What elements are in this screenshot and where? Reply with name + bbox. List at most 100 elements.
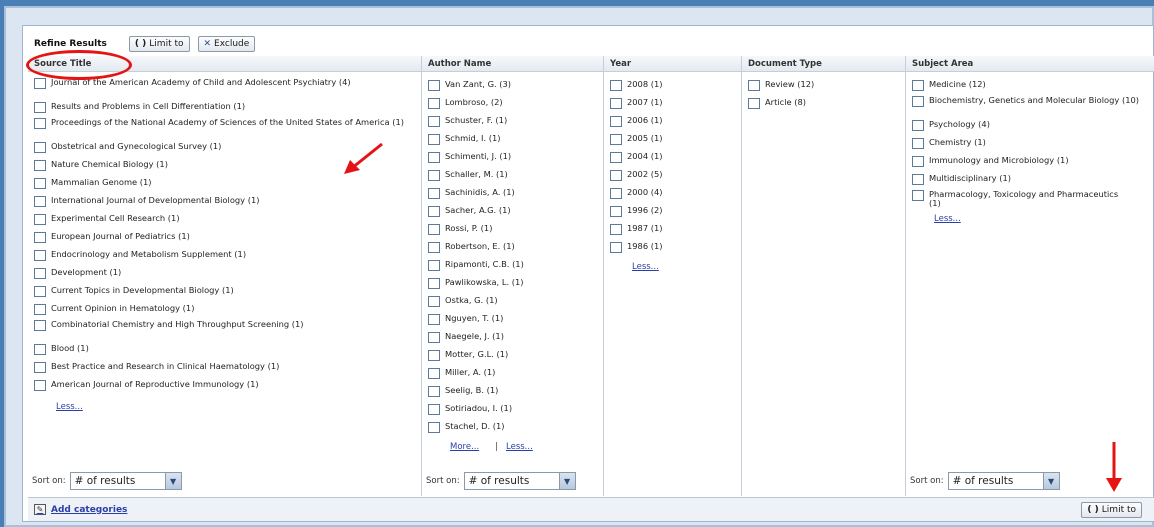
checkbox[interactable] (912, 120, 924, 131)
checkbox[interactable] (428, 260, 440, 271)
checkbox[interactable] (428, 134, 440, 145)
subject-item[interactable]: Biochemistry, Genetics and Molecular Bio… (912, 96, 1148, 107)
year-item[interactable]: 1986 (1) (610, 242, 663, 253)
author-item[interactable]: Motter, G.L. (1) (428, 350, 508, 361)
checkbox[interactable] (428, 368, 440, 379)
author-item[interactable]: Sachinidis, A. (1) (428, 188, 515, 199)
checkbox[interactable] (428, 80, 440, 91)
checkbox[interactable] (428, 170, 440, 181)
doctype-item[interactable]: Review (12) (748, 80, 814, 91)
checkbox[interactable] (428, 152, 440, 163)
checkbox[interactable] (34, 268, 46, 279)
checkbox[interactable] (428, 98, 440, 109)
author-item[interactable]: Sacher, A.G. (1) (428, 206, 511, 217)
checkbox[interactable] (428, 188, 440, 199)
year-item[interactable]: 2008 (1) (610, 80, 663, 91)
doctype-item[interactable]: Article (8) (748, 98, 806, 109)
checkbox[interactable] (428, 386, 440, 397)
author-more-link[interactable]: More... (450, 442, 479, 452)
limit-to-button-bottom[interactable]: ( ) Limit to (1081, 502, 1142, 518)
author-item[interactable]: Lombroso, (2) (428, 98, 503, 109)
subject-item[interactable]: Psychology (4) (912, 120, 1148, 131)
checkbox[interactable] (34, 118, 46, 129)
checkbox[interactable] (748, 80, 760, 91)
checkbox[interactable] (428, 422, 440, 433)
limit-to-button[interactable]: ( ) Limit to (128, 36, 190, 52)
author-item[interactable]: Schuster, F. (1) (428, 116, 507, 127)
checkbox[interactable] (34, 232, 46, 243)
source-item[interactable]: Mammalian Genome (1) (34, 178, 414, 189)
year-item[interactable]: 2000 (4) (610, 188, 663, 199)
source-item[interactable]: Experimental Cell Research (1) (34, 214, 414, 225)
source-item[interactable]: Development (1) (34, 268, 414, 279)
year-item[interactable]: 1996 (2) (610, 206, 663, 217)
checkbox[interactable] (34, 380, 46, 391)
subject-item[interactable]: Medicine (12) (912, 80, 1148, 91)
checkbox[interactable] (34, 304, 46, 315)
author-item[interactable]: Rossi, P. (1) (428, 224, 492, 235)
author-item[interactable]: Sotiriadou, I. (1) (428, 404, 512, 415)
checkbox[interactable] (610, 134, 622, 145)
checkbox[interactable] (610, 224, 622, 235)
source-item[interactable]: Best Practice and Research in Clinical H… (34, 362, 414, 373)
checkbox[interactable] (748, 98, 760, 109)
checkbox[interactable] (610, 152, 622, 163)
author-item[interactable]: Robertson, E. (1) (428, 242, 515, 253)
author-item[interactable]: Schaller, M. (1) (428, 170, 508, 181)
checkbox[interactable] (34, 102, 46, 113)
checkbox[interactable] (428, 314, 440, 325)
year-item[interactable]: 2006 (1) (610, 116, 663, 127)
checkbox[interactable] (34, 214, 46, 225)
author-item[interactable]: Pawlikowska, L. (1) (428, 278, 523, 289)
chevron-down-icon[interactable]: ▼ (1042, 473, 1059, 489)
chevron-down-icon[interactable]: ▼ (164, 473, 181, 489)
year-item[interactable]: 2002 (5) (610, 170, 663, 181)
checkbox[interactable] (912, 190, 924, 201)
checkbox[interactable] (610, 188, 622, 199)
author-item[interactable]: Ostka, G. (1) (428, 296, 498, 307)
checkbox[interactable] (610, 116, 622, 127)
author-item[interactable]: Seelig, B. (1) (428, 386, 498, 397)
checkbox[interactable] (912, 96, 924, 107)
author-item[interactable]: Ripamonti, C.B. (1) (428, 260, 524, 271)
checkbox[interactable] (34, 142, 46, 153)
subject-less-link[interactable]: Less... (934, 214, 961, 224)
checkbox[interactable] (610, 242, 622, 253)
checkbox[interactable] (34, 196, 46, 207)
source-item[interactable]: Combinatorial Chemistry and High Through… (34, 320, 364, 331)
author-item[interactable]: Schimenti, J. (1) (428, 152, 511, 163)
checkbox[interactable] (34, 78, 46, 89)
source-item[interactable]: Current Opinion in Hematology (1) (34, 304, 414, 315)
checkbox[interactable] (912, 156, 924, 167)
author-item[interactable]: Miller, A. (1) (428, 368, 495, 379)
source-item[interactable]: Proceedings of the National Academy of S… (34, 118, 414, 129)
author-item[interactable]: Naegele, J. (1) (428, 332, 504, 343)
checkbox[interactable] (34, 320, 46, 331)
checkbox[interactable] (428, 296, 440, 307)
source-item[interactable]: International Journal of Developmental B… (34, 196, 414, 207)
source-item[interactable]: American Journal of Reproductive Immunol… (34, 380, 414, 391)
checkbox[interactable] (610, 80, 622, 91)
checkbox[interactable] (34, 362, 46, 373)
author-item[interactable]: Schmid, I. (1) (428, 134, 501, 145)
chevron-down-icon[interactable]: ▼ (558, 473, 575, 489)
subject-item[interactable]: Pharmacology, Toxicology and Pharmaceuti… (912, 190, 1126, 208)
checkbox[interactable] (610, 98, 622, 109)
source-item[interactable]: Journal of the American Academy of Child… (34, 78, 414, 89)
source-item[interactable]: Current Topics in Developmental Biology … (34, 286, 414, 297)
checkbox[interactable] (912, 80, 924, 91)
source-item[interactable]: European Journal of Pediatrics (1) (34, 232, 414, 243)
year-less-link[interactable]: Less... (632, 262, 659, 272)
source-item[interactable]: Blood (1) (34, 344, 414, 355)
subject-item[interactable]: Chemistry (1) (912, 138, 1148, 149)
checkbox[interactable] (428, 350, 440, 361)
author-less-link[interactable]: Less... (506, 442, 533, 452)
checkbox[interactable] (34, 250, 46, 261)
year-item[interactable]: 2004 (1) (610, 152, 663, 163)
checkbox[interactable] (912, 174, 924, 185)
checkbox[interactable] (34, 178, 46, 189)
checkbox[interactable] (428, 242, 440, 253)
author-item[interactable]: Stachel, D. (1) (428, 422, 505, 433)
checkbox[interactable] (34, 286, 46, 297)
sort-select[interactable]: # of results ▼ (947, 472, 1060, 490)
